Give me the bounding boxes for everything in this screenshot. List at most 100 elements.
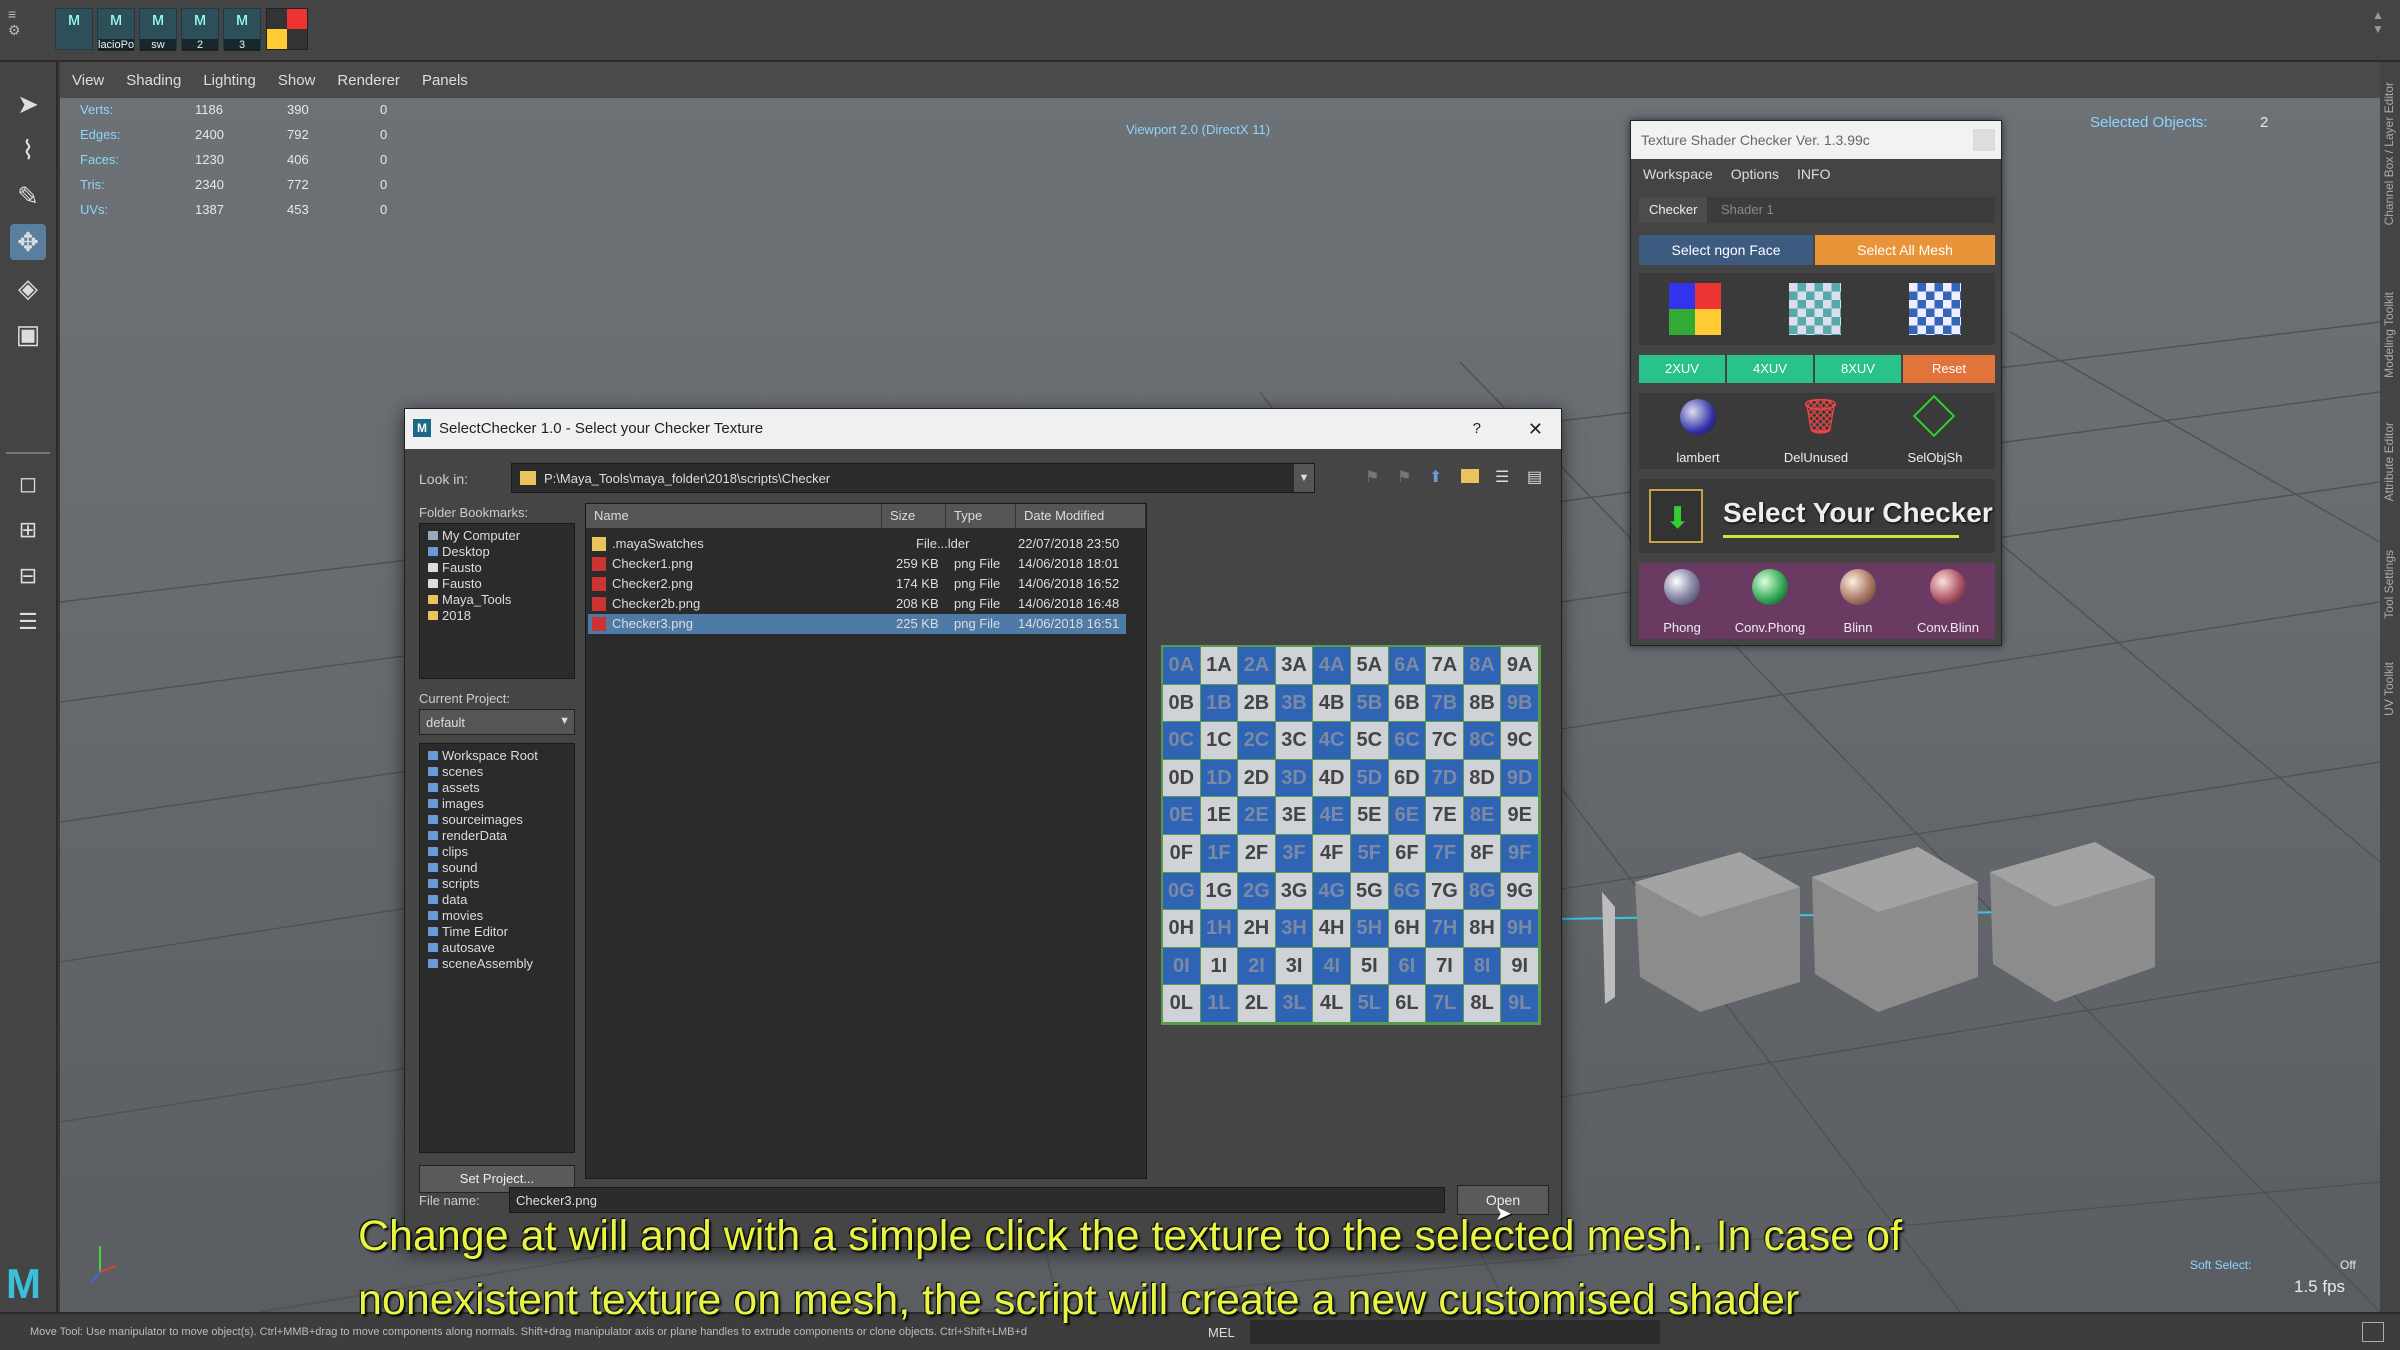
bookmark-my-computer[interactable]: My Computer xyxy=(424,528,520,544)
shelf-tool-2[interactable]: ᴍ lacioPo xyxy=(97,8,135,51)
project-dir[interactable]: Workspace Root xyxy=(424,748,538,764)
file-row[interactable]: Checker2b.png 208 KB png File 14/06/2018… xyxy=(588,594,1126,614)
project-dir[interactable]: clips xyxy=(424,844,538,860)
blinn-button[interactable]: Blinn xyxy=(1815,563,1901,639)
layout-four-icon[interactable]: ⊞ xyxy=(10,512,46,548)
grey-checker-swatch-icon[interactable] xyxy=(1789,283,1841,335)
tsc-close-button[interactable] xyxy=(1973,129,1995,151)
bookmark-2018[interactable]: 2018 xyxy=(424,608,520,624)
uv-8x-button[interactable]: 8XUV xyxy=(1815,355,1901,383)
outliner-icon[interactable]: ☰ xyxy=(10,604,46,640)
menu-view[interactable]: View xyxy=(72,72,104,89)
chevron-down-icon[interactable]: ▼ xyxy=(1294,464,1314,492)
menu-shading[interactable]: Shading xyxy=(126,72,181,89)
project-dir[interactable]: Time Editor xyxy=(424,924,538,940)
conv-blinn-button[interactable]: Conv.Blinn xyxy=(1901,563,1995,639)
menu-panels[interactable]: Panels xyxy=(422,72,468,89)
close-button[interactable]: ✕ xyxy=(1528,409,1543,449)
bookmark-fausto[interactable]: Fausto xyxy=(424,560,520,576)
look-in-combo[interactable]: P:\Maya_Tools\maya_folder\2018\scripts\C… xyxy=(511,463,1315,493)
scale-tool-icon[interactable]: ▣ xyxy=(10,316,46,352)
file-row[interactable]: Checker2.png 174 KB png File 14/06/2018 … xyxy=(588,574,1126,594)
parent-dir-icon[interactable]: ⬆ xyxy=(1429,467,1442,487)
file-name-input[interactable]: Checker3.png xyxy=(509,1187,1445,1213)
back-icon[interactable]: ⚑ xyxy=(1365,467,1379,487)
del-unused-button[interactable]: 🗑 DelUnused xyxy=(1757,393,1875,469)
checker-shelf-icon[interactable] xyxy=(266,8,308,50)
uv-4x-button[interactable]: 4XUV xyxy=(1727,355,1813,383)
select-ngon-face-button[interactable]: Select ngon Face xyxy=(1639,235,1813,265)
shelf-tool-1[interactable]: ᴍ xyxy=(55,8,93,50)
cube-3[interactable] xyxy=(1990,842,2155,1002)
tab-uv-toolkit[interactable]: UV Toolkit xyxy=(2382,662,2396,716)
cube-1[interactable] xyxy=(1635,852,1800,1012)
bookmark-desktop[interactable]: Desktop xyxy=(424,544,520,560)
forward-icon[interactable]: ⚑ xyxy=(1397,467,1411,487)
move-tool-icon[interactable]: ✥ xyxy=(10,224,46,260)
uv-reset-button[interactable]: Reset xyxy=(1903,355,1995,383)
project-dir[interactable]: sceneAssembly xyxy=(424,956,538,972)
lasso-tool-icon[interactable]: ⌇ xyxy=(10,132,46,168)
bookmark-fausto-2[interactable]: Fausto xyxy=(424,576,520,592)
lambert-button[interactable]: lambert xyxy=(1639,393,1757,469)
tab-checker[interactable]: Checker xyxy=(1639,197,1708,223)
detail-view-icon[interactable]: ▤ xyxy=(1527,467,1542,487)
tsc-menu-options[interactable]: Options xyxy=(1731,166,1779,182)
shelf-tool-3[interactable]: ᴍ sw xyxy=(139,8,177,51)
tab-channel-box[interactable]: Channel Box / Layer Editor xyxy=(2382,82,2396,225)
help-button[interactable]: ? xyxy=(1473,409,1481,449)
project-dir[interactable]: scripts xyxy=(424,876,538,892)
bookmark-maya-tools[interactable]: Maya_Tools xyxy=(424,592,520,608)
select-tool-icon[interactable]: ➤ xyxy=(10,86,46,122)
column-type[interactable]: Type xyxy=(946,504,1016,528)
menu-show[interactable]: Show xyxy=(278,72,316,89)
rotate-tool-icon[interactable]: ◈ xyxy=(10,270,46,306)
project-dir[interactable]: sound xyxy=(424,860,538,876)
tab-shader-1[interactable]: Shader 1 xyxy=(1711,197,1784,223)
project-tree[interactable]: Workspace Root scenes assets images sour… xyxy=(419,743,575,1153)
color-checker-swatch-icon[interactable] xyxy=(1669,283,1721,335)
shelf-menu-icon[interactable]: ≡ ⚙ xyxy=(8,6,28,52)
project-dir[interactable]: data xyxy=(424,892,538,908)
menu-lighting[interactable]: Lighting xyxy=(203,72,256,89)
file-row-selected[interactable]: Checker3.png 225 KB png File 14/06/2018 … xyxy=(588,614,1126,634)
file-row[interactable]: .mayaSwatches File...lder 22/07/2018 23:… xyxy=(588,534,1126,554)
cube-partial[interactable] xyxy=(1602,892,1615,1004)
cube-2[interactable] xyxy=(1812,847,1978,1012)
project-dir[interactable]: autosave xyxy=(424,940,538,956)
project-dir[interactable]: images xyxy=(424,796,538,812)
tab-modeling-toolkit[interactable]: Modeling Toolkit xyxy=(2382,292,2396,378)
uv-2x-button[interactable]: 2XUV xyxy=(1639,355,1725,383)
tab-attribute-editor[interactable]: Attribute Editor xyxy=(2382,422,2396,501)
blue-checker-swatch-icon[interactable] xyxy=(1909,283,1961,335)
select-all-mesh-button[interactable]: Select All Mesh xyxy=(1815,235,1995,265)
bookmarks-list[interactable]: My Computer Desktop Fausto Fausto Maya_T… xyxy=(419,523,575,679)
phong-button[interactable]: Phong xyxy=(1639,563,1725,639)
layout-single-icon[interactable]: ◻ xyxy=(10,466,46,502)
shelf-tool-5[interactable]: ᴍ3 xyxy=(223,8,261,51)
menu-renderer[interactable]: Renderer xyxy=(337,72,400,89)
column-name[interactable]: Name xyxy=(586,504,882,528)
project-dir[interactable]: assets xyxy=(424,780,538,796)
file-list[interactable]: Name Size Type Date Modified .mayaSwatch… xyxy=(585,503,1147,1179)
project-dir[interactable]: movies xyxy=(424,908,538,924)
file-row[interactable]: Checker1.png 259 KB png File 14/06/2018 … xyxy=(588,554,1126,574)
script-editor-icon[interactable] xyxy=(2362,1322,2384,1342)
conv-phong-button[interactable]: Conv.Phong xyxy=(1725,563,1815,639)
column-size[interactable]: Size xyxy=(882,504,946,528)
column-date-modified[interactable]: Date Modified xyxy=(1016,504,1146,528)
project-dir[interactable]: renderData xyxy=(424,828,538,844)
tab-tool-settings[interactable]: Tool Settings xyxy=(2382,550,2396,619)
list-view-icon[interactable]: ☰ xyxy=(1495,467,1509,487)
script-language-label[interactable]: MEL xyxy=(1208,1325,1235,1340)
tsc-menu-info[interactable]: INFO xyxy=(1797,166,1830,182)
layout-two-icon[interactable]: ⊟ xyxy=(10,558,46,594)
new-folder-icon[interactable] xyxy=(1461,469,1479,483)
select-your-checker-banner[interactable]: ⬇ Select Your Checker xyxy=(1639,479,1995,553)
paint-tool-icon[interactable]: ✎ xyxy=(10,178,46,214)
project-dir[interactable]: sourceimages xyxy=(424,812,538,828)
shelf-scroll-icon[interactable]: ▲ ▼ xyxy=(2372,8,2384,36)
project-dir[interactable]: scenes xyxy=(424,764,538,780)
current-project-select[interactable]: default ▼ xyxy=(419,709,575,735)
shelf-tool-4[interactable]: ᴍ2 xyxy=(181,8,219,51)
